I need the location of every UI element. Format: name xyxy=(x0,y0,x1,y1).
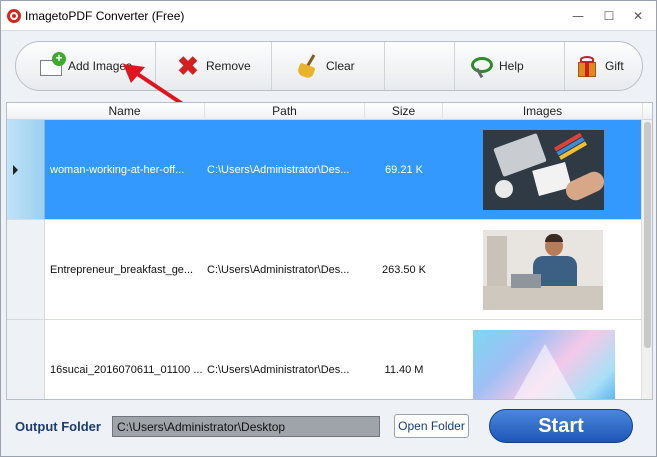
scrollbar-thumb[interactable] xyxy=(644,122,651,348)
clear-label: Clear xyxy=(326,59,355,73)
open-folder-button[interactable]: Open Folder xyxy=(394,414,469,438)
row-size: 69.21 K xyxy=(385,164,423,176)
close-button[interactable]: ✕ xyxy=(628,7,648,25)
column-header-images[interactable]: Images xyxy=(443,103,643,120)
row-size: 11.40 M xyxy=(384,364,424,376)
row-size: 263.50 K xyxy=(381,264,427,276)
table-row[interactable]: 16sucai_2016070611_01100 ... C:\Users\Ad… xyxy=(7,320,641,399)
window-title: ImagetoPDF Converter (Free) xyxy=(25,9,185,23)
output-folder-field[interactable] xyxy=(112,416,380,437)
row-name: Entrepreneur_breakfast_ge... xyxy=(50,264,194,276)
row-selector[interactable] xyxy=(7,320,45,399)
gift-icon xyxy=(575,54,599,78)
table-row[interactable]: woman-working-at-her-off... C:\Users\Adm… xyxy=(7,120,641,220)
minimize-button[interactable]: — xyxy=(568,7,588,25)
table-row[interactable]: Entrepreneur_breakfast_ge... C:\Users\Ad… xyxy=(7,220,641,320)
image-thumbnail xyxy=(483,130,604,210)
app-window: ImagetoPDF Converter (Free) — ☐ ✕ + Add … xyxy=(0,0,657,457)
add-images-icon: + xyxy=(38,52,66,78)
current-row-indicator-icon xyxy=(13,165,18,175)
title-bar: ImagetoPDF Converter (Free) — ☐ ✕ xyxy=(1,1,656,31)
row-name: 16sucai_2016070611_01100 ... xyxy=(50,364,202,376)
toolbar: + Add Images ✖ Remove Clear Help Gift xyxy=(15,41,643,91)
image-list-grid[interactable]: Name Path Size Images woman-working-at-h… xyxy=(6,102,653,400)
maximize-button[interactable]: ☐ xyxy=(599,7,619,25)
grid-header: Name Path Size Images xyxy=(7,103,652,120)
toolbar-spacer xyxy=(385,42,455,90)
gift-label: Gift xyxy=(605,59,624,73)
start-button[interactable]: Start xyxy=(489,409,633,443)
clear-button[interactable]: Clear xyxy=(272,42,385,90)
output-folder-label: Output Folder xyxy=(15,419,101,434)
column-header-size[interactable]: Size xyxy=(365,103,443,120)
image-thumbnail xyxy=(473,330,615,399)
help-button[interactable]: Help xyxy=(455,42,565,90)
row-path: C:\Users\Administrator\Des... xyxy=(207,364,350,376)
remove-label: Remove xyxy=(206,59,251,73)
vertical-scrollbar[interactable] xyxy=(641,120,652,399)
row-name: woman-working-at-her-off... xyxy=(50,164,185,176)
help-label: Help xyxy=(499,59,524,73)
row-selector[interactable] xyxy=(7,220,45,319)
image-thumbnail xyxy=(483,230,603,310)
column-header-name[interactable]: Name xyxy=(45,103,205,120)
row-selector[interactable] xyxy=(7,120,45,219)
broom-icon xyxy=(296,54,320,80)
gift-button[interactable]: Gift xyxy=(565,42,642,90)
row-path: C:\Users\Administrator\Des... xyxy=(207,164,350,176)
app-logo-icon xyxy=(7,9,21,23)
help-icon xyxy=(469,54,493,79)
column-header-path[interactable]: Path xyxy=(205,103,365,120)
row-path: C:\Users\Administrator\Des... xyxy=(207,264,350,276)
